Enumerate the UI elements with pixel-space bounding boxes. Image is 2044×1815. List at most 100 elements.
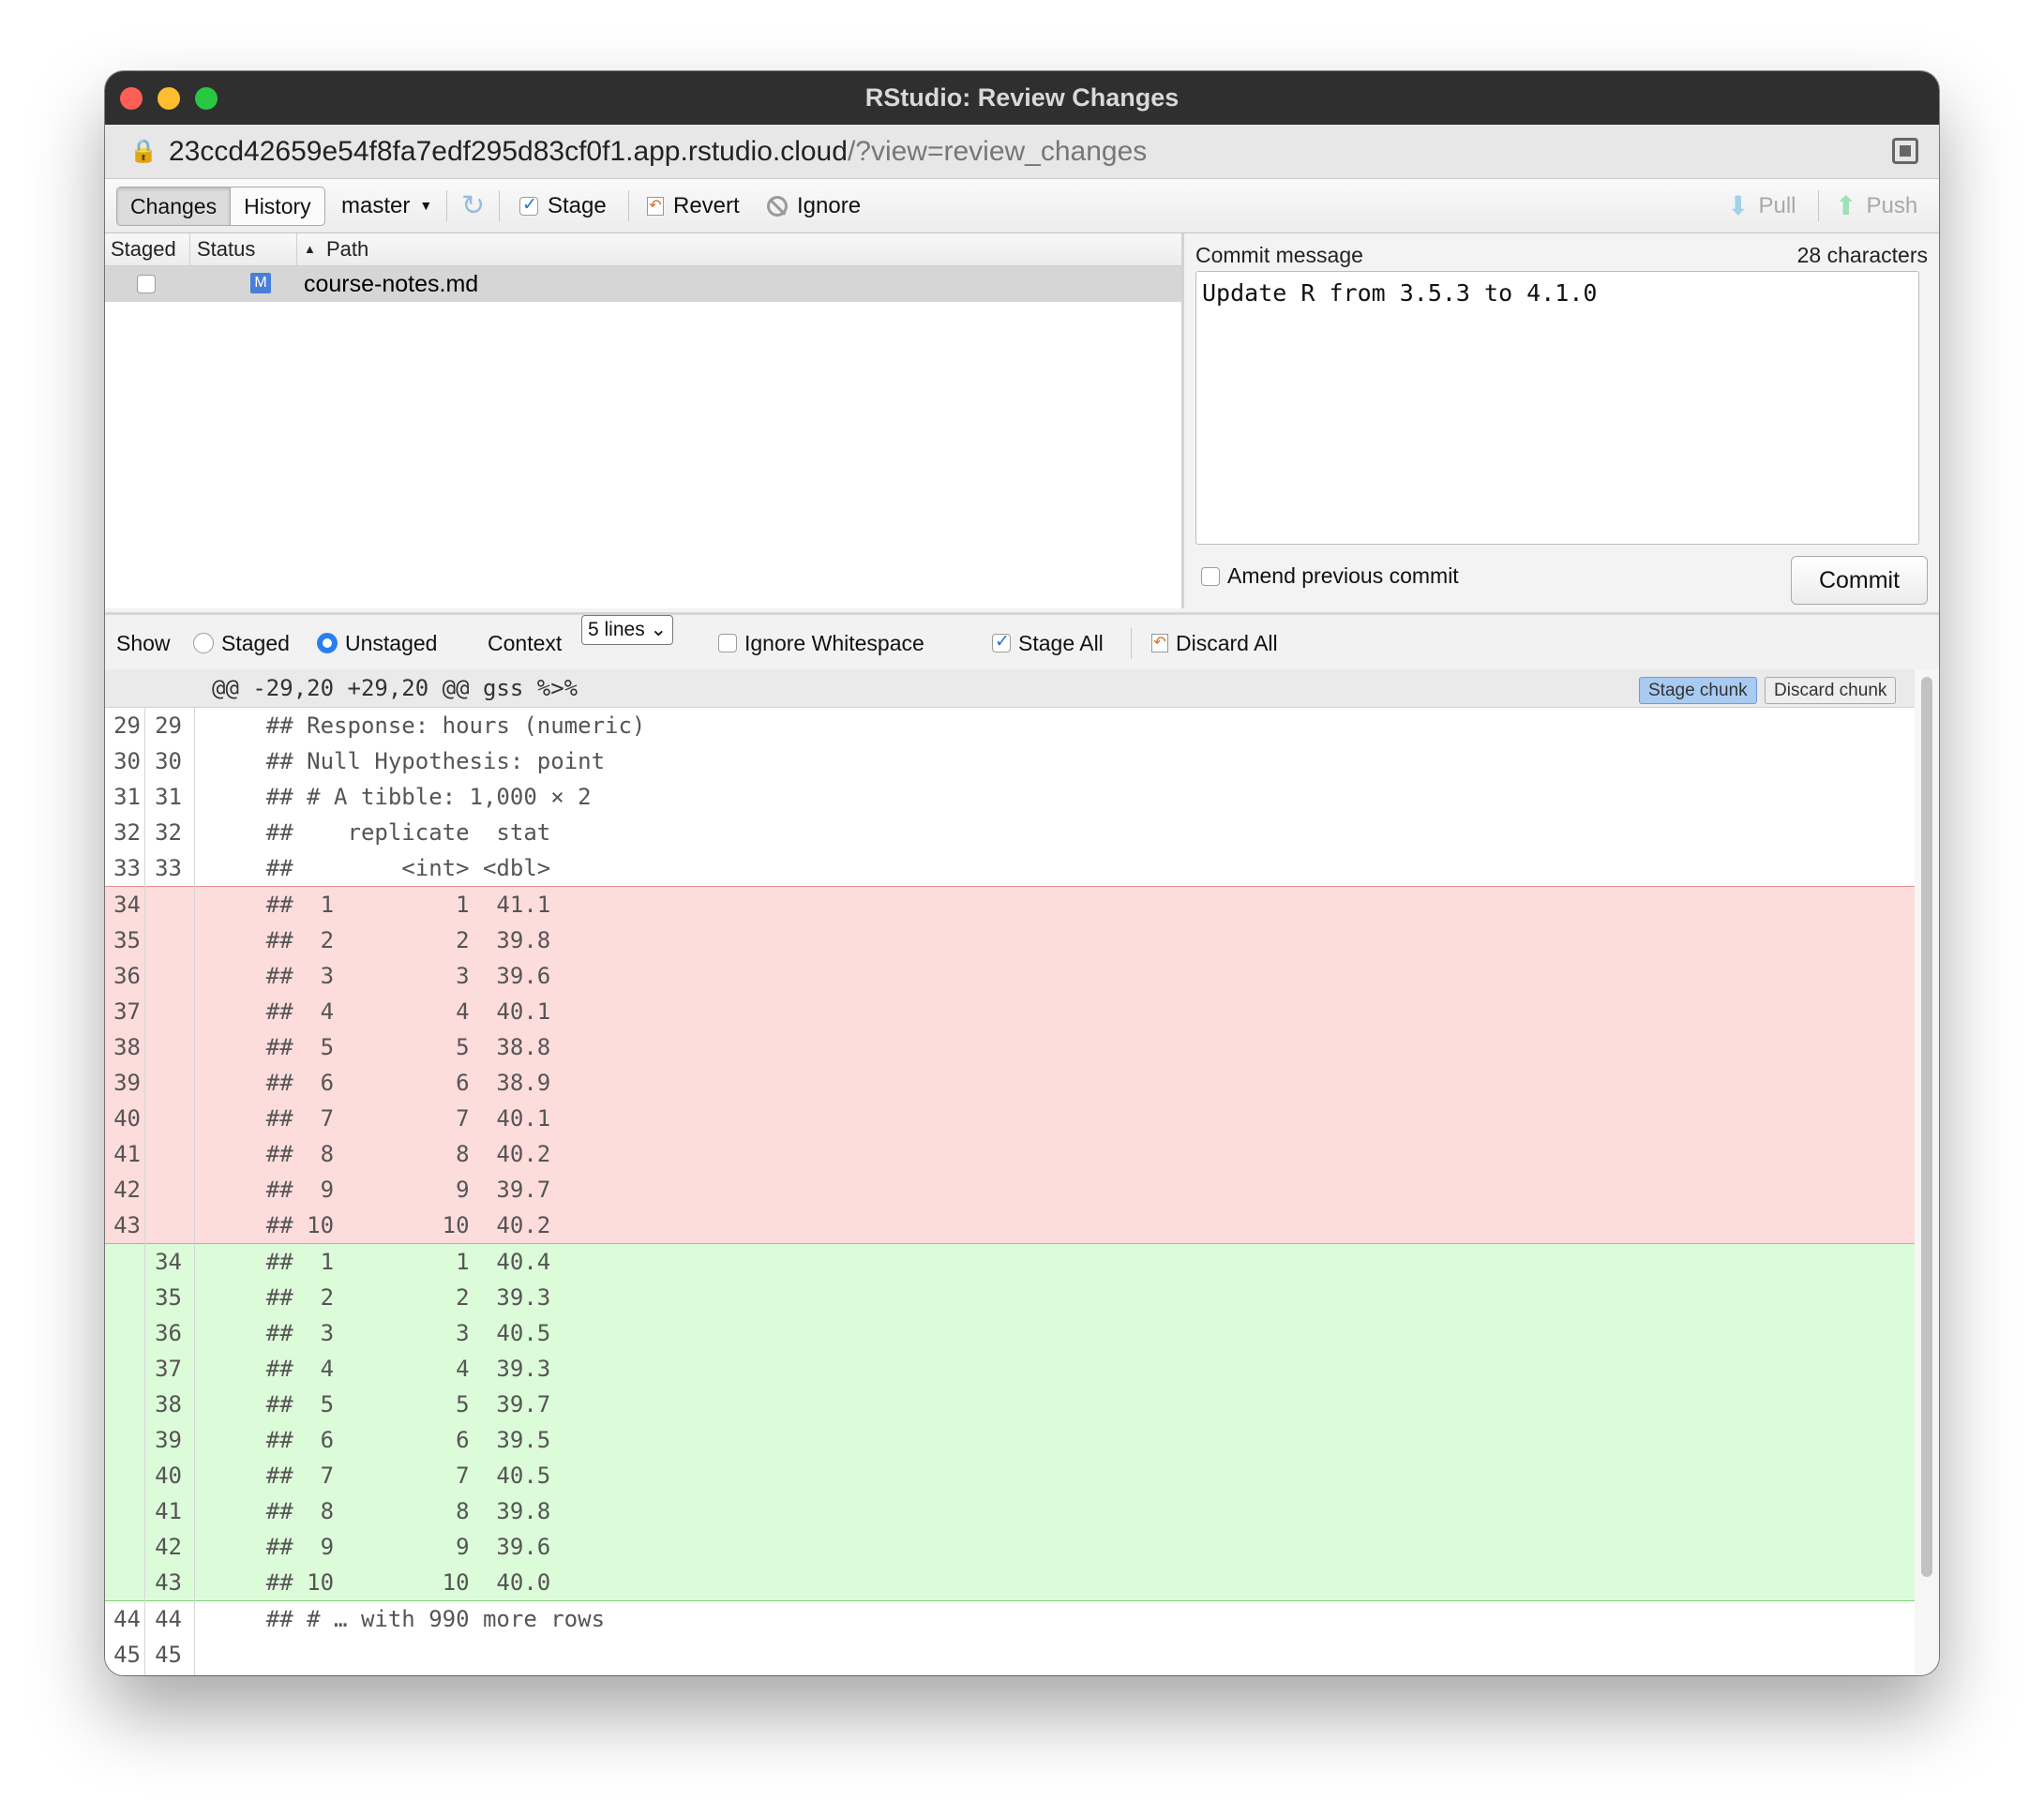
diff-line-del[interactable]: 35 ## 2 2 39.8 bbox=[105, 922, 1915, 958]
chevron-down-icon: ▼ bbox=[419, 198, 433, 213]
show-unstaged-option[interactable]: Unstaged bbox=[317, 615, 437, 671]
column-staged[interactable]: Staged bbox=[111, 233, 176, 265]
stage-checkbox-icon bbox=[519, 194, 538, 217]
diff-line-add[interactable]: 39 ## 6 6 39.5 bbox=[105, 1422, 1915, 1458]
scrollbar-thumb[interactable] bbox=[1921, 677, 1932, 1577]
diff-line-code: ## 4 4 39.3 bbox=[212, 1356, 551, 1382]
diff-line-code: ## 8 8 40.2 bbox=[212, 1141, 551, 1167]
show-label: Show bbox=[116, 631, 171, 655]
diff-line-ctx[interactable]: 29 29 ## Response: hours (numeric) bbox=[105, 708, 1915, 743]
diff-line-del[interactable]: 37 ## 4 4 40.1 bbox=[105, 994, 1915, 1029]
lock-icon: 🔒 bbox=[129, 139, 158, 164]
qr-code-icon[interactable] bbox=[1892, 138, 1918, 164]
new-line-number: 33 bbox=[155, 855, 182, 881]
discard-all-button[interactable]: ↶ Discard All bbox=[1151, 615, 1278, 671]
diff-line-add[interactable]: 43 ## 10 10 40.0 bbox=[105, 1565, 1915, 1600]
diff-line-del[interactable]: 42 ## 9 9 39.7 bbox=[105, 1172, 1915, 1208]
stage-chunk-button[interactable]: Stage chunk bbox=[1639, 677, 1757, 704]
diff-line-del[interactable]: 43 ## 10 10 40.2 bbox=[105, 1208, 1915, 1243]
diff-line-add[interactable]: 38 ## 5 5 39.7 bbox=[105, 1387, 1915, 1422]
column-status[interactable]: Status bbox=[197, 233, 255, 265]
diff-line-ctx[interactable]: 45 45 bbox=[105, 1637, 1915, 1672]
old-line-number: 38 bbox=[113, 1034, 141, 1060]
discard-chunk-button[interactable]: Discard chunk bbox=[1765, 677, 1897, 704]
refresh-icon[interactable]: ↻ bbox=[461, 179, 485, 232]
ignore-icon bbox=[767, 195, 788, 217]
modified-status-icon: M bbox=[250, 273, 271, 293]
diff-line-add[interactable]: 42 ## 9 9 39.6 bbox=[105, 1529, 1915, 1565]
new-line-number: 31 bbox=[155, 784, 182, 810]
new-line-number: 41 bbox=[155, 1498, 182, 1524]
diff-line-code: ## 3 3 39.6 bbox=[212, 963, 551, 989]
file-row[interactable]: M course-notes.md bbox=[105, 266, 1181, 302]
diff-line-add[interactable]: 37 ## 4 4 39.3 bbox=[105, 1351, 1915, 1387]
ignore-whitespace-option[interactable]: Ignore Whitespace bbox=[718, 615, 924, 671]
staged-radio[interactable] bbox=[193, 633, 214, 653]
diff-line-add[interactable]: 34 ## 1 1 40.4 bbox=[105, 1243, 1915, 1280]
toolbar: Changes History master ▼ ↻ Stage ↶ Rever… bbox=[105, 179, 1939, 233]
context-label: Context bbox=[488, 631, 563, 655]
context-select[interactable]: 5 lines ⌄ bbox=[581, 615, 674, 645]
diff-line-del[interactable]: 39 ## 6 6 38.9 bbox=[105, 1065, 1915, 1101]
file-list-header: Staged Status ▲ Path bbox=[105, 233, 1181, 266]
review-changes-window: RStudio: Review Changes 🔒 23ccd42659e54f… bbox=[105, 71, 1939, 1675]
file-list-pane: Staged Status ▲ Path M course-notes.md bbox=[105, 233, 1184, 608]
diff-line-code: ## <int> <dbl> bbox=[212, 855, 551, 881]
old-line-number: 37 bbox=[113, 998, 141, 1025]
old-line-number: 43 bbox=[113, 1212, 141, 1238]
new-line-number: 29 bbox=[155, 712, 182, 739]
diff-scrollbar[interactable] bbox=[1915, 669, 1939, 1675]
zoom-window-button[interactable] bbox=[195, 87, 218, 110]
url-text[interactable]: 23ccd42659e54f8fa7edf295d83cf0f1.app.rst… bbox=[169, 125, 1147, 178]
push-button[interactable]: ⬆ Push bbox=[1835, 179, 1917, 232]
file-staged-checkbox[interactable] bbox=[137, 275, 156, 293]
diff-line-code: ## # … with 990 more rows bbox=[212, 1606, 606, 1632]
branch-dropdown[interactable]: master ▼ bbox=[341, 179, 432, 232]
old-line-number: 45 bbox=[113, 1642, 141, 1668]
commit-button[interactable]: Commit bbox=[1791, 556, 1928, 605]
diff-line-del[interactable]: 34 ## 1 1 41.1 bbox=[105, 886, 1915, 922]
diff-line-add[interactable]: 40 ## 7 7 40.5 bbox=[105, 1458, 1915, 1493]
unstaged-radio[interactable] bbox=[317, 633, 338, 653]
diff-line-code: ## 6 6 38.9 bbox=[212, 1070, 551, 1096]
stage-button[interactable]: Stage bbox=[519, 179, 607, 232]
old-line-number: 39 bbox=[113, 1070, 141, 1096]
diff-line-ctx[interactable]: 31 31 ## # A tibble: 1,000 × 2 bbox=[105, 779, 1915, 815]
ignore-whitespace-checkbox[interactable] bbox=[718, 634, 737, 652]
diff-line-del[interactable]: 40 ## 7 7 40.1 bbox=[105, 1101, 1915, 1136]
diff-line-code: ## 9 9 39.7 bbox=[212, 1177, 551, 1203]
column-path[interactable]: Path bbox=[326, 233, 368, 265]
file-path: course-notes.md bbox=[304, 271, 479, 297]
old-line-number: 35 bbox=[113, 927, 141, 953]
diff-line-add[interactable]: 41 ## 8 8 39.8 bbox=[105, 1493, 1915, 1529]
diff-line-ctx[interactable]: 30 30 ## Null Hypothesis: point bbox=[105, 743, 1915, 779]
old-line-number: 29 bbox=[113, 712, 141, 739]
diff-line-del[interactable]: 38 ## 5 5 38.8 bbox=[105, 1029, 1915, 1065]
stage-all-button[interactable]: Stage All bbox=[992, 615, 1104, 671]
diff-line-code: ## # A tibble: 1,000 × 2 bbox=[212, 784, 592, 810]
amend-checkbox[interactable] bbox=[1201, 566, 1220, 586]
tab-history[interactable]: History bbox=[230, 188, 324, 225]
new-line-number: 37 bbox=[155, 1356, 182, 1382]
diff-line-code: ## 3 3 40.5 bbox=[212, 1320, 551, 1346]
revert-button[interactable]: ↶ Revert bbox=[647, 179, 740, 232]
show-staged-option[interactable]: Staged bbox=[193, 615, 290, 671]
minimize-window-button[interactable] bbox=[158, 87, 180, 110]
diff-line-del[interactable]: 36 ## 3 3 39.6 bbox=[105, 958, 1915, 994]
diff-line-del[interactable]: 41 ## 8 8 40.2 bbox=[105, 1136, 1915, 1172]
commit-message-input[interactable]: Update R from 3.5.3 to 4.1.0 bbox=[1195, 271, 1919, 545]
diff-line-code: ## 8 8 39.8 bbox=[212, 1498, 551, 1524]
diff-line-ctx[interactable]: 33 33 ## <int> <dbl> bbox=[105, 850, 1915, 886]
amend-commit-option[interactable]: Amend previous commit bbox=[1201, 563, 1459, 589]
diff-line-add[interactable]: 36 ## 3 3 40.5 bbox=[105, 1315, 1915, 1351]
pull-button[interactable]: ⬇ Pull bbox=[1727, 179, 1796, 232]
diff-line-add[interactable]: 35 ## 2 2 39.3 bbox=[105, 1280, 1915, 1315]
diff-line-ctx[interactable]: 32 32 ## replicate stat bbox=[105, 815, 1915, 850]
new-line-number: 36 bbox=[155, 1320, 182, 1346]
ignore-button[interactable]: Ignore bbox=[767, 179, 861, 232]
diff-line-ctx[interactable]: 44 44 ## # … with 990 more rows bbox=[105, 1600, 1915, 1637]
close-window-button[interactable] bbox=[120, 87, 143, 110]
old-line-number: 34 bbox=[113, 892, 141, 918]
diff-line-code: ## 7 7 40.1 bbox=[212, 1105, 551, 1132]
tab-changes[interactable]: Changes bbox=[117, 188, 231, 225]
